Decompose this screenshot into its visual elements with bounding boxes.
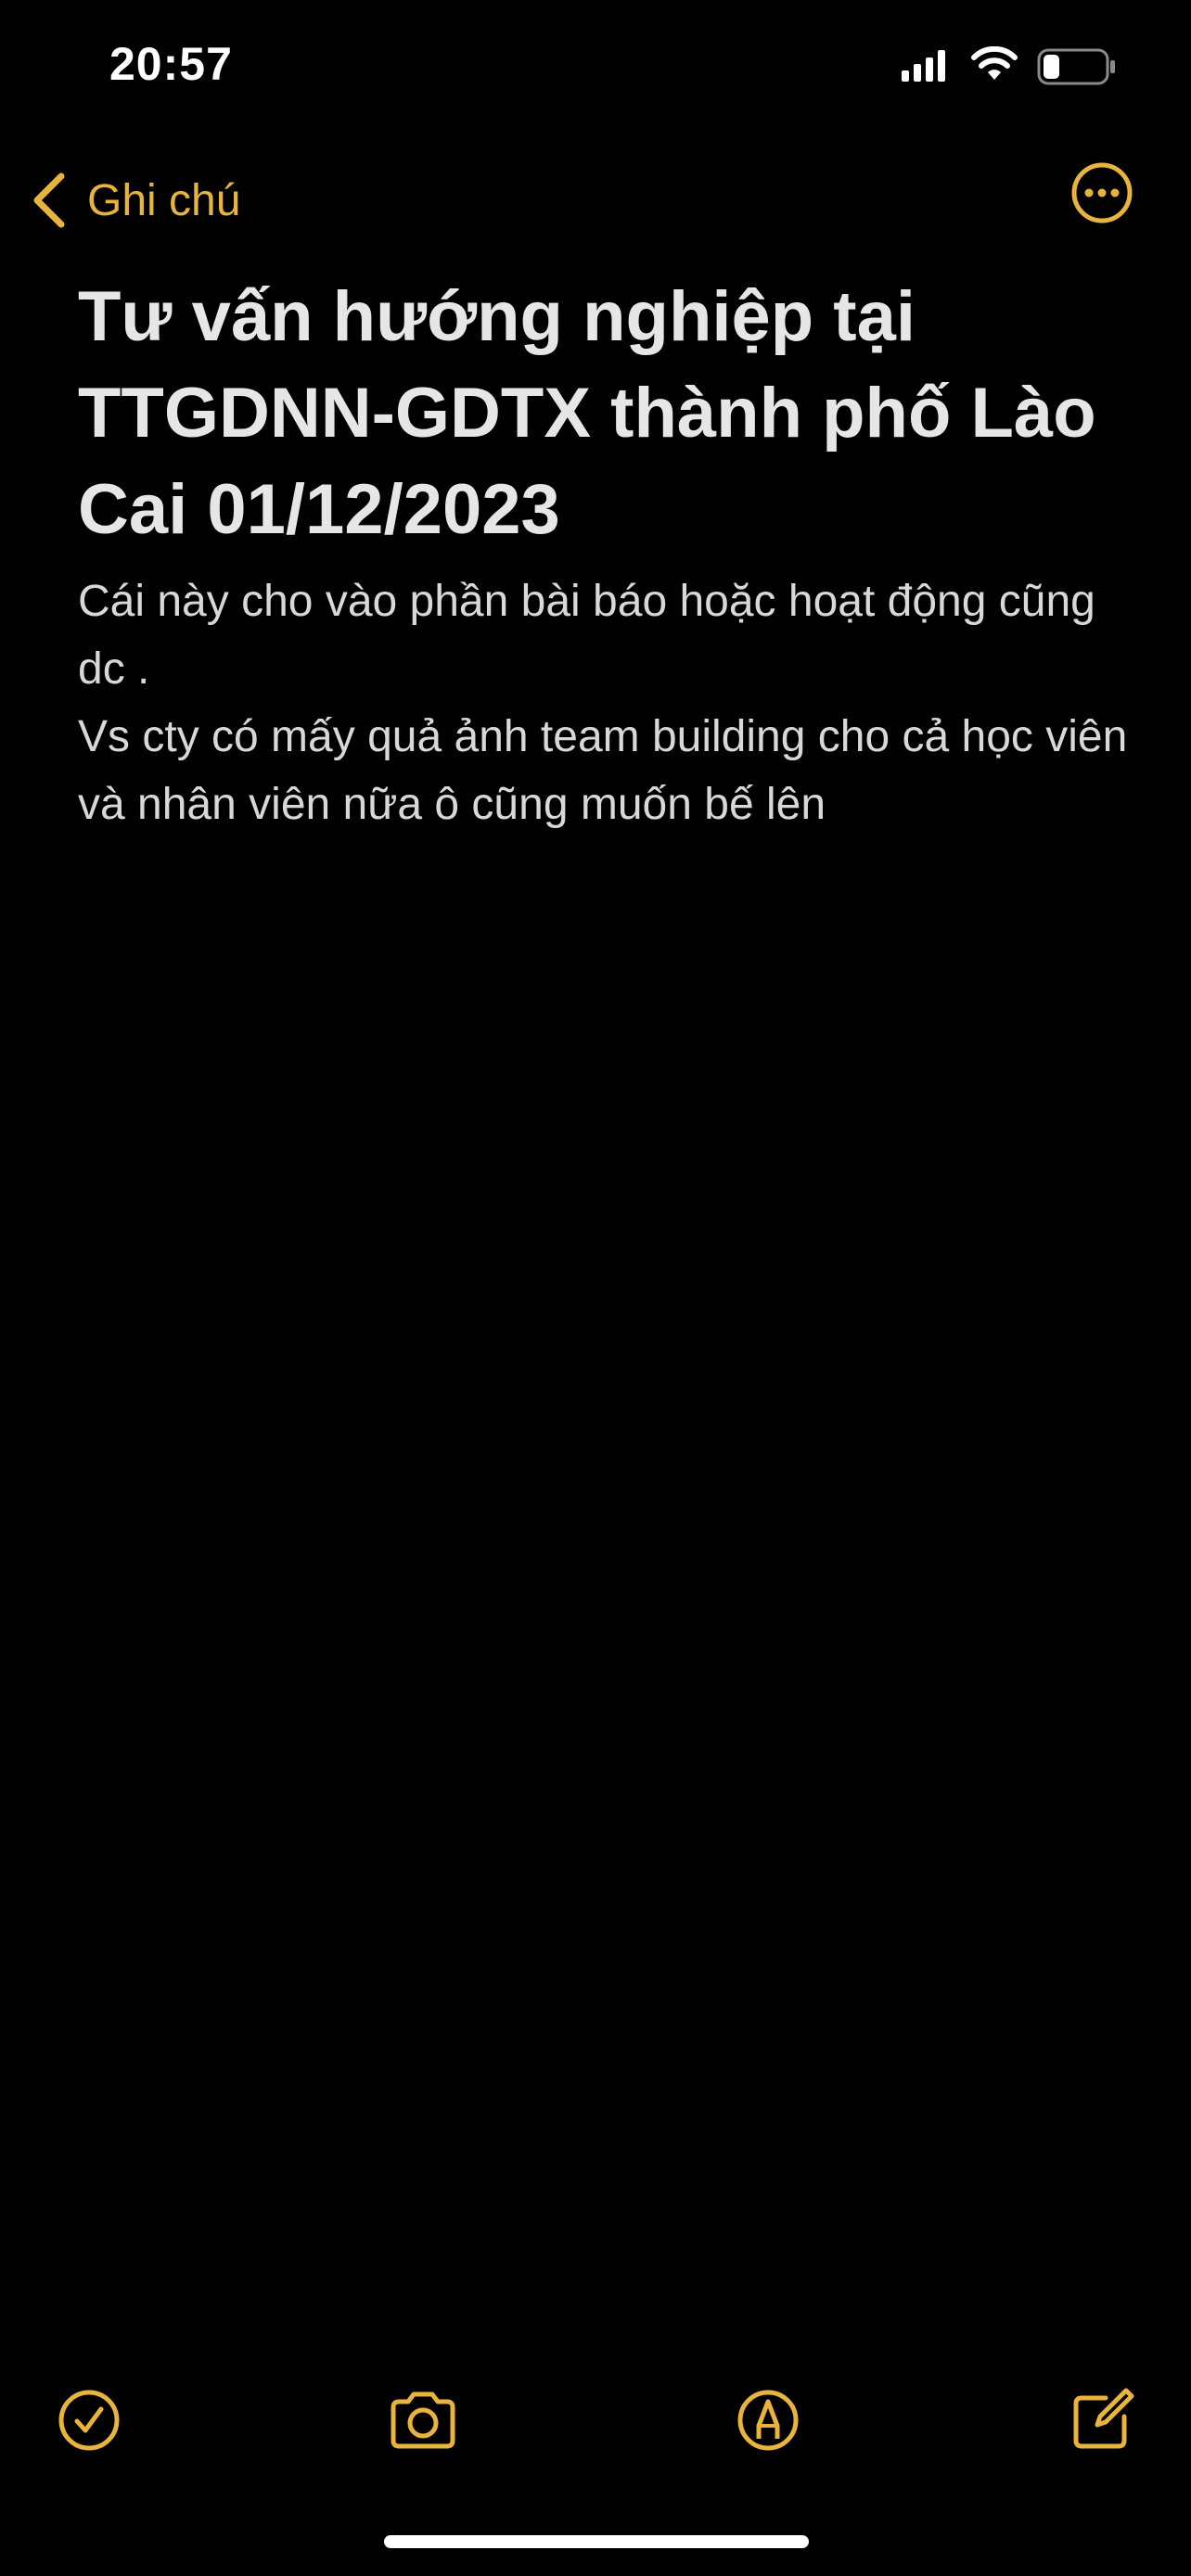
chevron-left-icon: [33, 172, 65, 228]
compose-button[interactable]: [1065, 2383, 1139, 2457]
checklist-button[interactable]: [52, 2383, 126, 2457]
battery-icon: [1037, 48, 1115, 85]
note-paragraph[interactable]: Vs cty có mấy quả ảnh team building cho …: [78, 703, 1135, 838]
back-label: Ghi chú: [87, 175, 241, 225]
signal-icon: [902, 50, 945, 82]
note-paragraph[interactable]: Cái này cho vào phần bài báo hoặc hoạt đ…: [78, 567, 1135, 703]
status-bar: 20:57: [0, 0, 1191, 139]
more-options-button[interactable]: [1070, 161, 1133, 224]
note-body[interactable]: Cái này cho vào phần bài báo hoặc hoạt đ…: [78, 567, 1135, 838]
home-indicator[interactable]: [384, 2535, 809, 2548]
markup-button[interactable]: [731, 2383, 805, 2457]
ellipsis-circle-icon: [1071, 162, 1133, 223]
camera-icon: [391, 2391, 455, 2449]
back-button[interactable]: Ghi chú: [32, 163, 240, 237]
wifi-icon: [971, 46, 1018, 80]
compose-icon: [1073, 2388, 1134, 2449]
status-time: 20:57: [109, 38, 233, 90]
markup-icon: [737, 2390, 799, 2451]
note-content[interactable]: Tư vấn hướng nghiệp tại TTGDNN-GDTX thàn…: [78, 269, 1135, 838]
navigation-bar: Ghi chú: [0, 148, 1191, 250]
checklist-icon: [58, 2390, 120, 2451]
bottom-toolbar: [0, 2383, 1191, 2457]
note-title[interactable]: Tư vấn hướng nghiệp tại TTGDNN-GDTX thàn…: [78, 269, 1135, 558]
camera-button[interactable]: [386, 2383, 460, 2457]
